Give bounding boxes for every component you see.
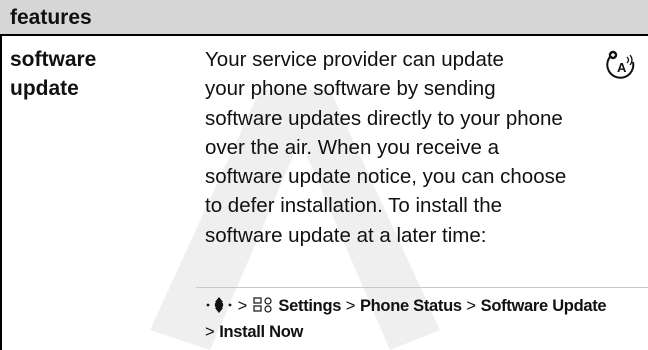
term-line: software xyxy=(10,48,97,71)
path-separator: > xyxy=(345,297,356,315)
description-line: software update at a later time: xyxy=(205,223,487,247)
description-line: software update notice, you can choose xyxy=(205,165,567,189)
description-line: your phone software by sending xyxy=(205,77,496,101)
description-line: over the air. When you receive a xyxy=(205,135,499,159)
term-line: update xyxy=(10,77,79,100)
path-separator: > xyxy=(466,297,477,315)
description-line: to defer installation. To install the xyxy=(205,194,503,218)
feature-description: Your service provider can update your ph… xyxy=(205,45,645,250)
navigation-key-icon xyxy=(206,297,232,313)
path-separator: > xyxy=(237,297,248,315)
table-left-border xyxy=(0,36,2,350)
menu-path: > Settings > Phone Status > Software Upd… xyxy=(205,293,645,345)
network-feature-icon: A xyxy=(606,50,635,79)
table-header: features xyxy=(0,0,648,36)
row-divider xyxy=(196,287,648,288)
path-step-phone-status: Phone Status xyxy=(359,297,462,315)
path-step-settings: Settings xyxy=(278,297,342,315)
path-step-software-update: Software Update xyxy=(480,297,607,315)
path-separator: > xyxy=(205,323,215,341)
header-title: features xyxy=(10,6,92,29)
feature-table: features software update Your service pr… xyxy=(0,0,648,350)
description-line: Your service provider can update xyxy=(205,48,504,71)
settings-icon xyxy=(253,297,272,313)
description-line: software updates directly to your phone xyxy=(205,106,563,130)
feature-term: software update xyxy=(10,45,170,103)
svg-text:A: A xyxy=(617,60,627,75)
path-step-install-now: Install Now xyxy=(219,323,304,341)
